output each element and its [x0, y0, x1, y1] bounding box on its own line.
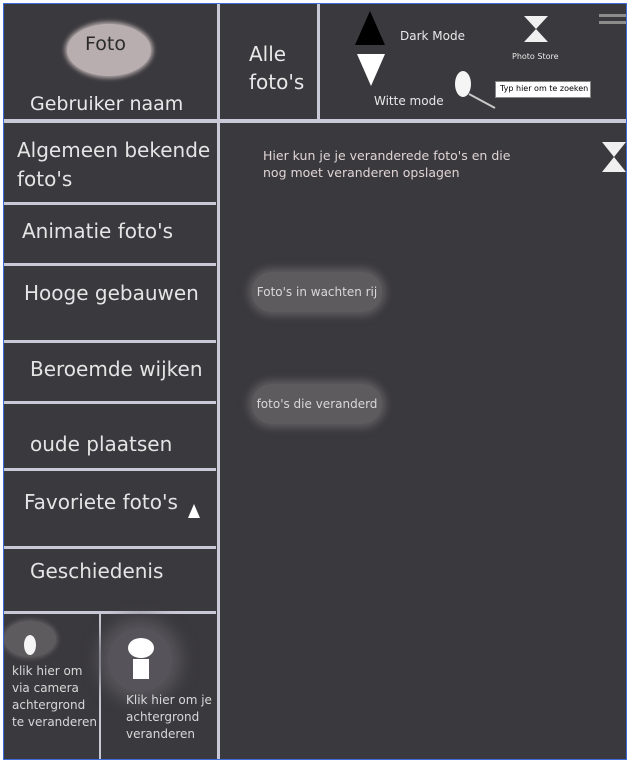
sidebar-divider	[217, 4, 220, 759]
info-text: Hier kun je je veranderede foto's en die…	[263, 147, 513, 181]
sidebar-separator	[4, 468, 216, 471]
dark-mode-label: Dark Mode	[400, 29, 465, 43]
search-placeholder: Typ hier om te zoeken	[500, 84, 589, 93]
avatar-label: Foto	[85, 33, 126, 55]
sidebar-item-geschiedenis[interactable]: Geschiedenis	[30, 559, 242, 583]
camera-text: klik hier om via camera achtergrond te v…	[12, 664, 97, 729]
queue-button[interactable]: Foto's in wachten rij	[252, 272, 382, 312]
search-input[interactable]: Typ hier om te zoeken	[495, 81, 591, 98]
dark-mode-triangle-icon[interactable]	[355, 11, 385, 45]
white-mode-label: Witte mode	[374, 94, 444, 108]
sidebar-separator	[4, 340, 216, 343]
all-photos-link[interactable]: Alle foto's	[249, 40, 311, 96]
sidebar-item-label: oude plaatsen	[30, 432, 173, 456]
sidebar-separator	[4, 546, 216, 549]
info-text-content: Hier kun je je veranderede foto's en die…	[263, 148, 511, 180]
sort-hourglass-icon[interactable]	[602, 142, 626, 172]
sidebar-item-beroemde[interactable]: Beroemde wijken	[30, 357, 242, 381]
sidebar-item-label: Favoriete foto's	[24, 490, 178, 514]
sidebar-item-hooge[interactable]: Hooge gebauwen	[24, 281, 236, 305]
background-bulb-base-icon	[133, 659, 149, 679]
sidebar-item-label: Animatie foto's	[22, 219, 173, 243]
background-bulb-icon[interactable]	[128, 638, 154, 658]
sidebar-item-label: Beroemde wijken	[30, 357, 203, 381]
sidebar-item-favoriete[interactable]: Favoriete foto's	[24, 490, 236, 514]
search-icon[interactable]	[453, 70, 499, 110]
background-text: Klik hier om je achtergrond veranderen	[126, 693, 212, 741]
sidebar-separator	[4, 401, 216, 404]
photo-store-label: Photo Store	[512, 52, 559, 61]
sidebar-item-label: Geschiedenis	[30, 559, 164, 583]
sidebar-item-label: Algemeen bekende foto's	[17, 138, 211, 191]
all-photos-label: Alle foto's	[249, 42, 305, 94]
header-bottom-line	[4, 119, 626, 123]
sidebar-separator	[4, 263, 216, 266]
sidebar-separator	[4, 202, 216, 205]
white-mode-triangle-icon[interactable]	[357, 54, 385, 86]
sidebar-item-animatie[interactable]: Animatie foto's	[22, 219, 234, 243]
app-window: Foto Gebruiker naam Alle foto's Dark Mod…	[3, 3, 627, 760]
sidebar-separator	[4, 611, 216, 614]
camera-icon	[24, 635, 36, 655]
header-divider	[317, 4, 320, 120]
changed-button-label: foto's die veranderd	[256, 397, 378, 411]
queue-button-label: Foto's in wachten rij	[256, 285, 378, 299]
expand-arrow-icon[interactable]	[188, 504, 200, 518]
sidebar-item-label: Hooge gebauwen	[24, 281, 199, 305]
sidebar-item-algemeen[interactable]: Algemeen bekende foto's	[17, 136, 213, 194]
changed-button[interactable]: foto's die veranderd	[252, 384, 382, 424]
photo-store-icon[interactable]	[524, 16, 548, 42]
sidebar-item-oude[interactable]: oude plaatsen	[30, 432, 242, 456]
user-name[interactable]: Gebruiker naam	[30, 93, 183, 115]
hamburger-menu-icon[interactable]	[599, 14, 626, 34]
